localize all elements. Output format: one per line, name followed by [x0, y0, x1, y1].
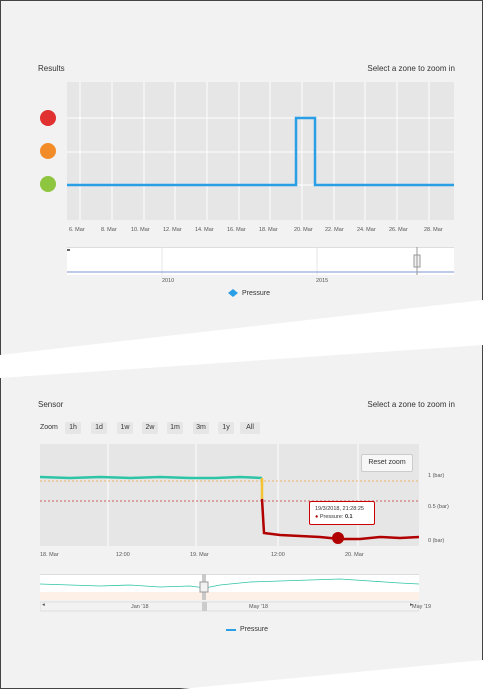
zoom-2w-button[interactable]: 2w: [142, 422, 158, 434]
results-zoom-hint: Select a zone to zoom in: [367, 64, 455, 73]
results-navigator[interactable]: [67, 247, 454, 277]
x-tick: 18. Mar: [259, 227, 278, 233]
x-tick: 28. Mar: [424, 227, 443, 233]
results-legend-label: Pressure: [242, 289, 271, 297]
zoom-all-button[interactable]: All: [240, 422, 260, 434]
sensor-zoom-hint: Select a zone to zoom in: [367, 400, 455, 409]
y-tick: 0 (bar): [428, 538, 445, 544]
navigator-tick: 2010: [162, 278, 175, 284]
sensor-hover-point[interactable]: [332, 532, 344, 544]
results-plot-area[interactable]: [67, 82, 454, 222]
scrollbar-track[interactable]: [40, 601, 419, 612]
x-tick: 8. Mar: [101, 227, 117, 233]
status-dot-green: [40, 176, 56, 192]
x-tick: 20. Mar: [345, 552, 364, 558]
zoom-1y-button[interactable]: 1y: [218, 422, 234, 434]
x-tick: 22. Mar: [325, 227, 344, 233]
scrollbar-thumb[interactable]: [202, 602, 207, 611]
reset-zoom-button[interactable]: Reset zoom: [361, 454, 413, 472]
x-tick: 16. Mar: [227, 227, 246, 233]
navigator-tick: May '18: [249, 604, 269, 610]
sensor-legend-label: Pressure: [240, 626, 269, 633]
status-dot-red: [40, 110, 56, 126]
scroll-left-icon[interactable]: ◂: [42, 602, 45, 608]
x-tick: 6. Mar: [69, 227, 85, 233]
bullet-icon: ●: [315, 514, 319, 520]
x-tick: 19. Mar: [190, 552, 209, 558]
x-tick: 12. Mar: [163, 227, 182, 233]
tooltip-value: 0.1: [344, 514, 353, 520]
x-tick: 12:00: [116, 552, 130, 558]
zoom-label: Zoom: [40, 424, 58, 431]
line-icon: [226, 628, 236, 631]
tooltip-series: Pressure:: [319, 514, 344, 520]
y-tick: 1 (bar): [428, 473, 445, 479]
y-tick: 0.5 (bar): [428, 504, 449, 510]
results-legend-item[interactable]: Pressure: [228, 289, 270, 297]
x-tick: 24. Mar: [357, 227, 376, 233]
navigator-tick: May '19: [412, 604, 432, 610]
zoom-1m-button[interactable]: 1m: [167, 422, 183, 434]
tooltip-value-row: ● Pressure: 0.1: [315, 513, 369, 521]
navigator-tick: Jan '18: [131, 604, 149, 610]
navigator-tick: 2015: [316, 278, 329, 284]
x-tick: 10. Mar: [131, 227, 150, 233]
sensor-pressure-high: [40, 475, 263, 480]
navigator-handle[interactable]: [199, 581, 209, 593]
diamond-icon: [228, 289, 238, 297]
sensor-legend-item[interactable]: Pressure: [226, 626, 268, 633]
x-tick: 26. Mar: [389, 227, 408, 233]
sensor-tooltip: 19/3/2018, 21:28:25 ● Pressure: 0.1: [309, 501, 375, 525]
sensor-title: Sensor: [38, 400, 64, 409]
x-tick: 12:00: [271, 552, 285, 558]
x-tick: 14. Mar: [195, 227, 214, 233]
zoom-1h-button[interactable]: 1h: [65, 422, 81, 434]
tooltip-date: 19/3/2018, 21:28:25: [315, 506, 364, 512]
sensor-navigator[interactable]: [40, 574, 419, 612]
results-title: Results: [38, 64, 65, 73]
status-dot-orange: [40, 143, 56, 159]
zoom-1d-button[interactable]: 1d: [91, 422, 107, 434]
x-tick: 18. Mar: [40, 552, 59, 558]
x-tick: 20. Mar: [294, 227, 313, 233]
zoom-1w-button[interactable]: 1w: [117, 422, 133, 434]
zoom-3m-button[interactable]: 3m: [193, 422, 209, 434]
